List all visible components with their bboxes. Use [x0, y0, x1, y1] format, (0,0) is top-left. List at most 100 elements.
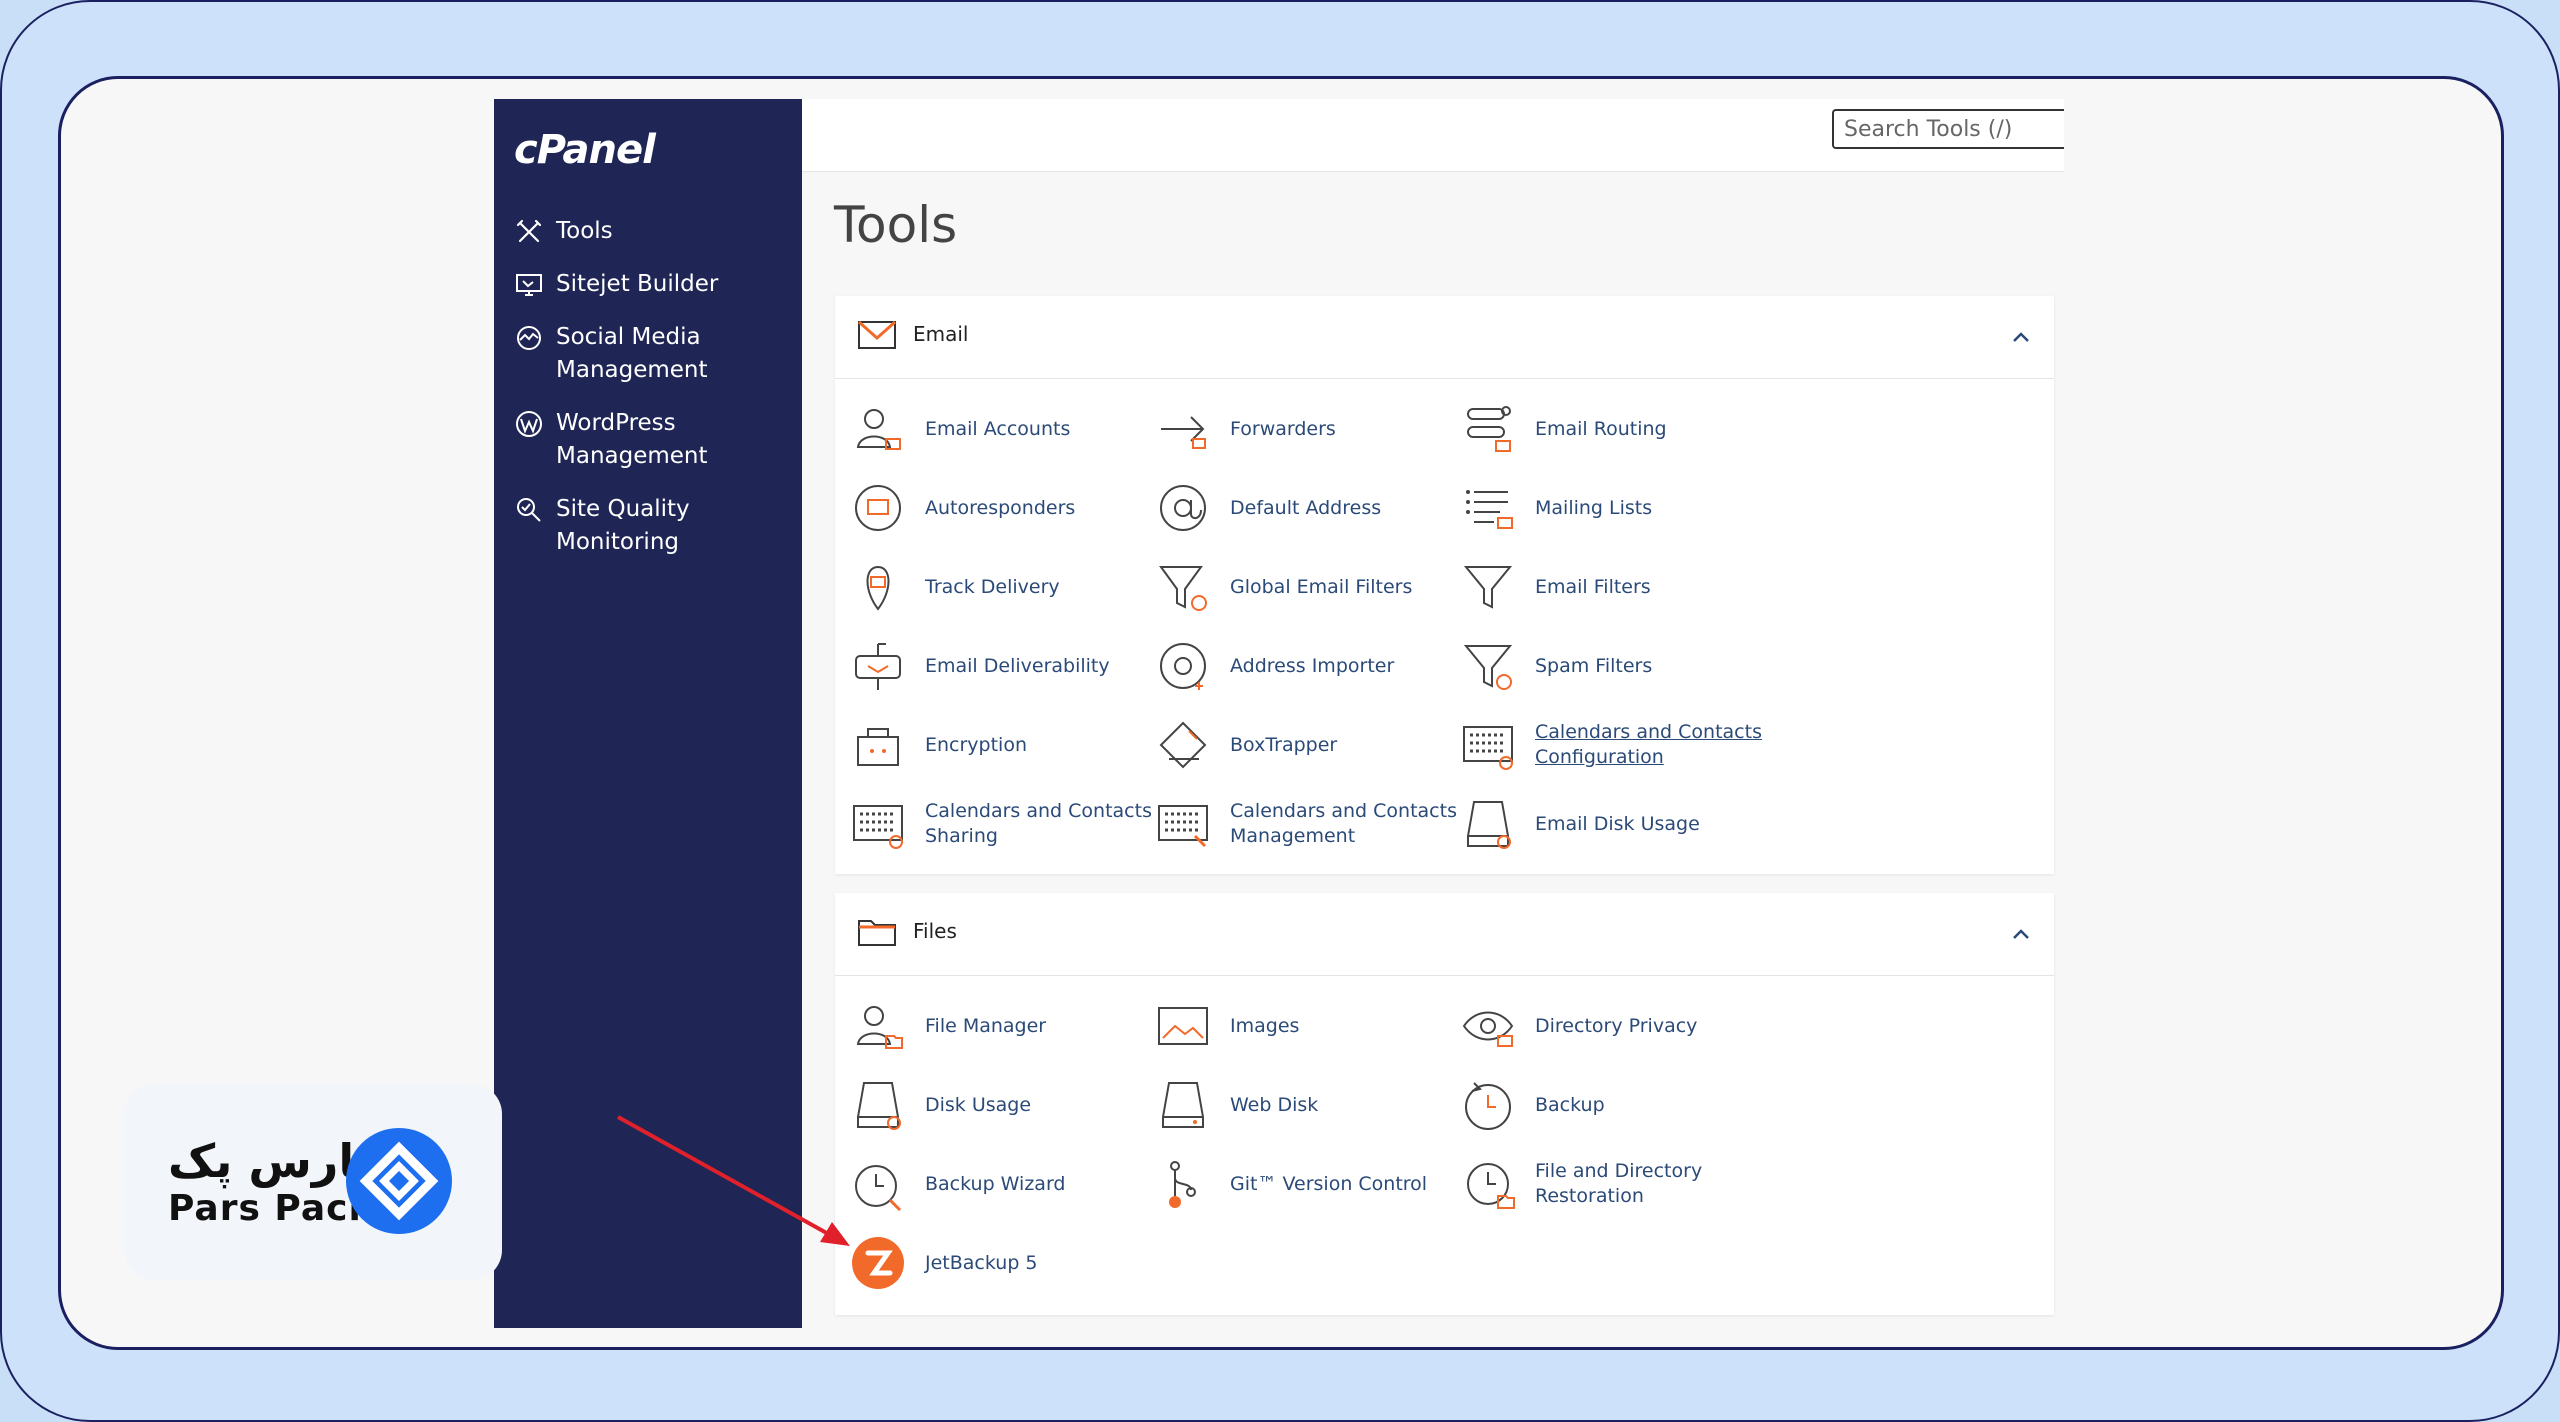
tool-label: Disk Usage: [925, 1093, 1032, 1116]
email-accounts-icon: [849, 400, 907, 458]
tool-label: Git™ Version Control: [1230, 1172, 1428, 1195]
tool-label: Mailing Lists: [1535, 496, 1653, 519]
encryption-icon: [849, 716, 907, 774]
email-deliverability-icon: [849, 637, 907, 695]
tool-directory-privacy[interactable]: Directory Privacy: [1459, 994, 1789, 1058]
tool-label: Web Disk: [1230, 1093, 1319, 1116]
calendars-management-icon: [1154, 795, 1212, 853]
tool-default-address[interactable]: Default Address: [1154, 476, 1484, 540]
autoresponders-icon: [849, 479, 907, 537]
tool-forwarders[interactable]: Forwarders: [1154, 397, 1484, 461]
files-panel: Files File Manager Images Directory Privac…: [835, 893, 2054, 1315]
site-quality-icon: [512, 493, 546, 526]
tool-boxtrapper[interactable]: BoxTrapper: [1154, 713, 1484, 777]
tool-encryption[interactable]: Encryption: [849, 713, 1179, 777]
tool-label: Email Deliverability: [925, 654, 1110, 677]
sidebar-item-sitejet[interactable]: Sitejet Builder: [512, 268, 792, 301]
tool-email-filters[interactable]: Email Filters: [1459, 555, 1789, 619]
envelope-icon: [858, 320, 896, 349]
parspack-name-fa: پارس پک: [168, 1134, 373, 1188]
cpanel-logo[interactable]: cPanel: [514, 127, 656, 173]
tool-label: File and Directory Restoration: [1535, 1160, 1703, 1207]
chevron-up-icon[interactable]: [2010, 326, 2032, 348]
tool-calendars-management[interactable]: Calendars and Contacts Management: [1154, 792, 1484, 856]
tool-mailing-lists[interactable]: Mailing Lists: [1459, 476, 1789, 540]
tool-web-disk[interactable]: Web Disk: [1154, 1073, 1484, 1137]
boxtrapper-icon: [1154, 716, 1212, 774]
folder-icon: [858, 920, 896, 946]
tool-label: Encryption: [925, 733, 1028, 756]
email-panel: Email Email Accounts Forwarders Email Rout…: [835, 296, 2054, 874]
tool-file-manager[interactable]: File Manager: [849, 994, 1179, 1058]
tool-autoresponders[interactable]: Autoresponders: [849, 476, 1179, 540]
address-importer-icon: [1154, 637, 1212, 695]
sidebar-item-wordpress[interactable]: WordPress Management: [512, 407, 792, 473]
tool-spam-filters[interactable]: Spam Filters: [1459, 634, 1789, 698]
sidebar-item-tools[interactable]: Tools: [512, 215, 792, 248]
tool-jetbackup[interactable]: JetBackup 5: [849, 1231, 1179, 1295]
tool-label: Forwarders: [1230, 417, 1336, 440]
sidebar: cPanel Tools Sitejet Builder Social Medi…: [494, 99, 802, 1328]
tool-email-deliverability[interactable]: Email Deliverability: [849, 634, 1179, 698]
sidebar-item-social-media[interactable]: Social Media Management: [512, 321, 792, 387]
tool-label: Backup: [1535, 1093, 1605, 1116]
tool-label: Email Accounts: [925, 417, 1071, 440]
tool-address-importer[interactable]: Address Importer: [1154, 634, 1484, 698]
sidebar-item-label: Sitejet Builder: [556, 271, 719, 297]
sidebar-item-site-quality[interactable]: Site Quality Monitoring: [512, 493, 792, 559]
global-email-filters-icon: [1154, 558, 1212, 616]
parspack-diamond-icon: [346, 1128, 452, 1234]
tool-backup-wizard[interactable]: Backup Wizard: [849, 1152, 1179, 1216]
backup-icon: [1459, 1076, 1517, 1134]
tool-label: Calendars and Contacts Sharing: [925, 800, 1152, 847]
sidebar-item-label: Tools: [556, 218, 613, 244]
tool-calendars-sharing[interactable]: Calendars and Contacts Sharing: [849, 792, 1179, 856]
spam-filters-icon: [1459, 637, 1517, 695]
search-input[interactable]: Search Tools (/): [1832, 109, 2064, 149]
tool-email-accounts[interactable]: Email Accounts: [849, 397, 1179, 461]
sitejet-icon: [512, 268, 546, 301]
social-media-icon: [512, 321, 546, 354]
tool-label: Calendars and Contacts Management: [1230, 800, 1457, 847]
sidebar-item-label: Social Media Management: [556, 324, 708, 383]
tool-global-email-filters[interactable]: Global Email Filters: [1154, 555, 1484, 619]
sidebar-nav: Tools Sitejet Builder Social Media Manag…: [512, 215, 792, 579]
tool-label: Backup Wizard: [925, 1172, 1066, 1195]
calendars-configuration-icon: [1459, 716, 1517, 774]
tool-email-disk-usage[interactable]: Email Disk Usage: [1459, 792, 1789, 856]
tool-label: Global Email Filters: [1230, 575, 1413, 598]
mailing-lists-icon: [1459, 479, 1517, 537]
tool-git[interactable]: Git™ Version Control: [1154, 1152, 1484, 1216]
tool-label: Images: [1230, 1014, 1300, 1037]
tool-label: File Manager: [925, 1014, 1047, 1037]
tool-label: Autoresponders: [925, 496, 1076, 519]
tool-label: Email Filters: [1535, 575, 1651, 598]
tool-label: BoxTrapper: [1230, 733, 1338, 756]
tool-backup[interactable]: Backup: [1459, 1073, 1789, 1137]
tool-disk-usage[interactable]: Disk Usage: [849, 1073, 1179, 1137]
page-title: Tools: [834, 196, 958, 254]
tool-calendars-configuration[interactable]: Calendars and Contacts Configuration: [1459, 713, 1789, 777]
tool-label: JetBackup 5: [925, 1251, 1038, 1274]
tool-label: Track Delivery: [925, 575, 1060, 598]
sidebar-item-label: Site Quality Monitoring: [556, 496, 690, 555]
directory-privacy-icon: [1459, 997, 1517, 1055]
tool-email-routing[interactable]: Email Routing: [1459, 397, 1789, 461]
tool-label: Spam Filters: [1535, 654, 1653, 677]
tool-restoration[interactable]: File and Directory Restoration: [1459, 1152, 1789, 1216]
tool-track-delivery[interactable]: Track Delivery: [849, 555, 1179, 619]
tool-label: Address Importer: [1230, 654, 1395, 677]
backup-wizard-icon: [849, 1155, 907, 1213]
file-manager-icon: [849, 997, 907, 1055]
files-panel-header[interactable]: Files: [835, 893, 2054, 976]
email-panel-title: Email: [913, 322, 969, 346]
tool-label: Directory Privacy: [1535, 1014, 1698, 1037]
web-disk-icon: [1154, 1076, 1212, 1134]
restoration-icon: [1459, 1155, 1517, 1213]
files-panel-title: Files: [913, 919, 957, 943]
email-panel-header[interactable]: Email: [835, 296, 2054, 379]
images-icon: [1154, 997, 1212, 1055]
chevron-up-icon[interactable]: [2010, 923, 2032, 945]
jetbackup-icon: [849, 1234, 907, 1292]
tool-images[interactable]: Images: [1154, 994, 1484, 1058]
